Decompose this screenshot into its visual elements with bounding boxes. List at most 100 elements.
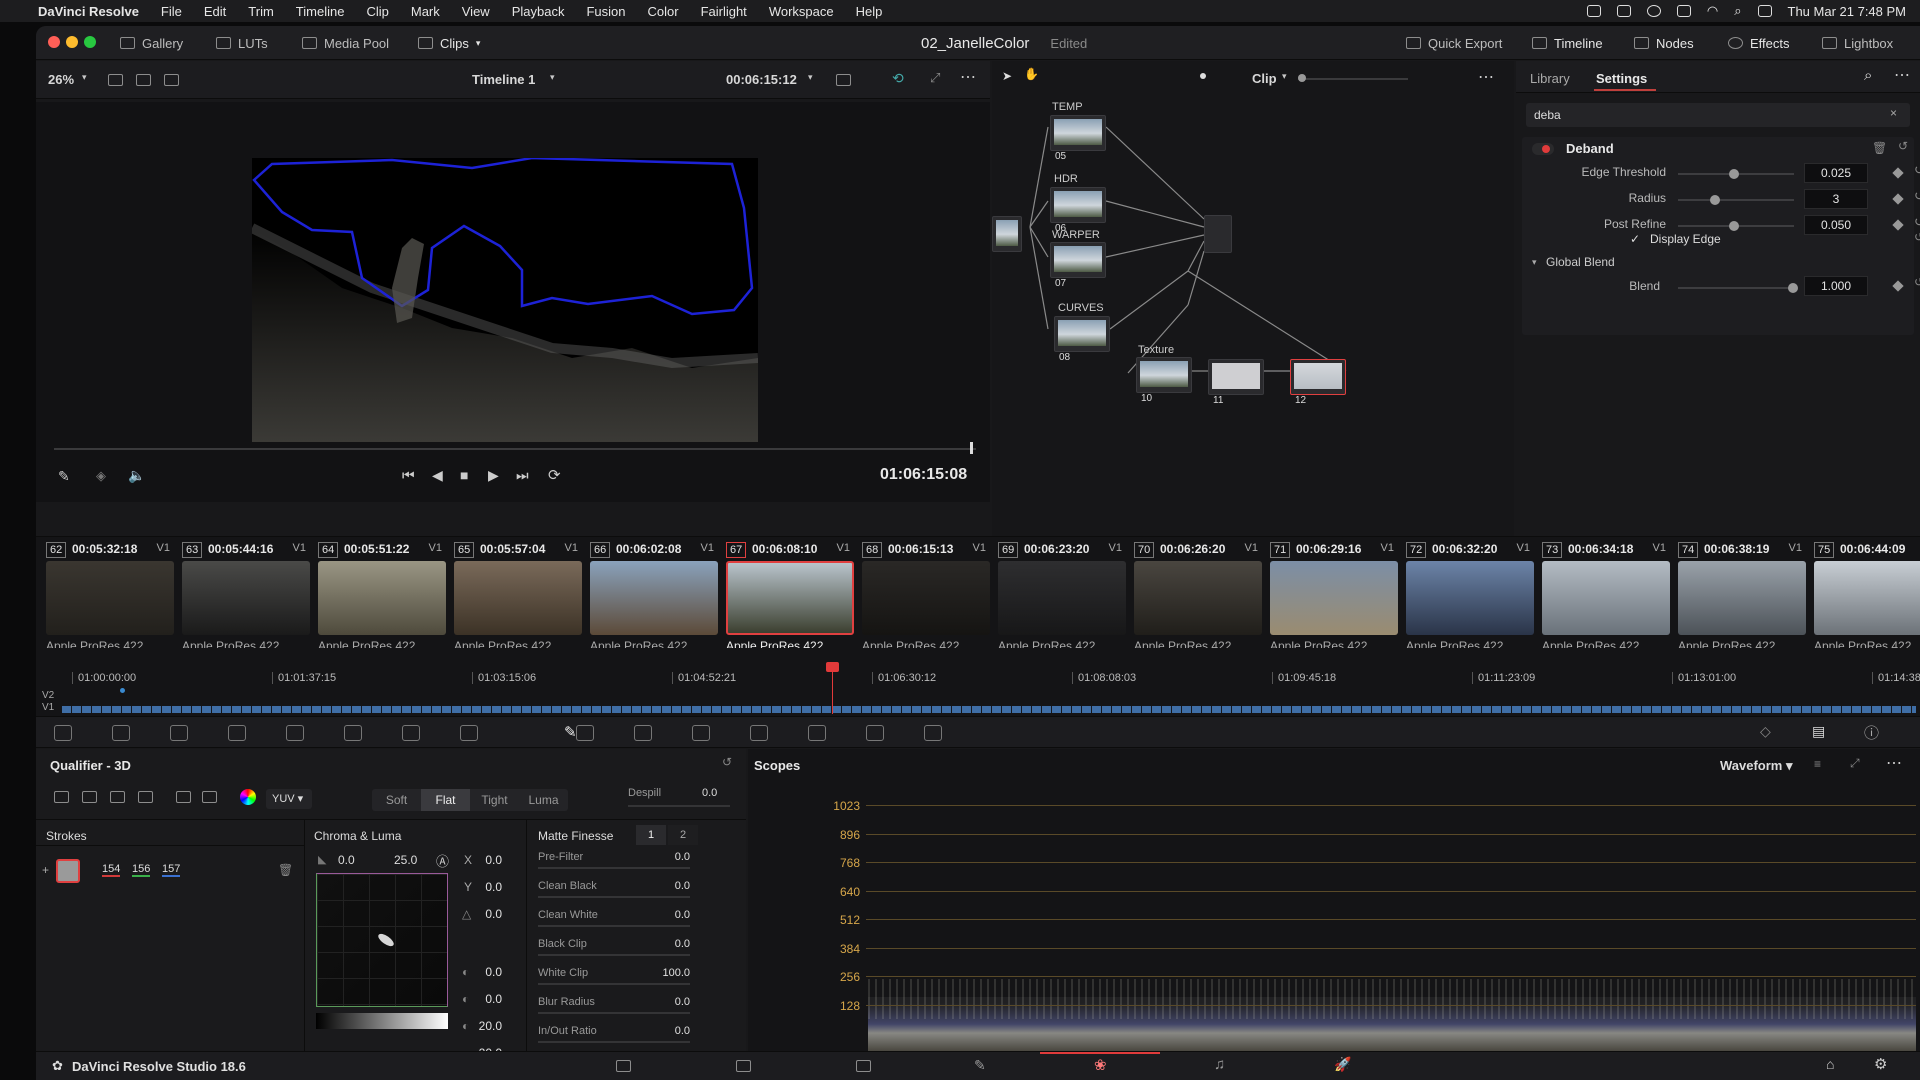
clip-image[interactable] bbox=[1678, 561, 1806, 635]
more-options-icon[interactable]: ⋯ bbox=[1886, 753, 1902, 773]
finesse-slider[interactable] bbox=[538, 1012, 690, 1014]
auto-icon[interactable]: Ⓐ bbox=[436, 851, 449, 870]
picker-minus-icon[interactable] bbox=[82, 791, 97, 803]
clip-image[interactable] bbox=[1542, 561, 1670, 635]
reset-icon[interactable]: ↺ bbox=[722, 755, 732, 769]
menu-mark[interactable]: Mark bbox=[411, 4, 440, 19]
picker-plus-icon[interactable] bbox=[110, 791, 125, 803]
color-wheels-icon[interactable] bbox=[170, 725, 188, 741]
finesse-value[interactable]: 0.0 bbox=[675, 1025, 690, 1037]
clips-button[interactable]: Clips ▾ bbox=[418, 26, 480, 60]
viewer-timecode-top[interactable]: 00:06:15:12 bbox=[726, 72, 797, 87]
more-options-icon[interactable]: ⋯ bbox=[960, 67, 976, 87]
qualifier-mode-soft[interactable]: Soft bbox=[372, 789, 421, 811]
param-slider-1[interactable] bbox=[1678, 195, 1794, 205]
clip-thumbnail[interactable]: 71 00:06:29:16 V1 Apple ProRes 422 ... bbox=[1264, 537, 1400, 653]
clip-image[interactable] bbox=[590, 561, 718, 635]
slider-knob[interactable] bbox=[1710, 195, 1720, 205]
viewer-frame[interactable] bbox=[252, 158, 758, 442]
node-06[interactable]: 06 bbox=[1050, 187, 1106, 234]
finesse-pre-filter[interactable]: Pre-Filter 0.0 bbox=[524, 849, 704, 873]
search-icon[interactable]: ⌕ bbox=[1734, 3, 1741, 19]
trash-icon[interactable]: 🗑 bbox=[278, 863, 293, 877]
step-back-icon[interactable]: ◀ bbox=[432, 467, 443, 484]
finesse-value[interactable]: 0.0 bbox=[675, 996, 690, 1008]
clip-image[interactable] bbox=[1134, 561, 1262, 635]
finesse-slider[interactable] bbox=[538, 1041, 690, 1043]
scrubber[interactable] bbox=[54, 448, 976, 450]
edit-page-icon[interactable] bbox=[856, 1060, 871, 1072]
3d-icon[interactable] bbox=[924, 725, 942, 741]
effects-search-input[interactable]: deba × bbox=[1526, 103, 1910, 127]
tab-library[interactable]: Library bbox=[1530, 71, 1570, 86]
sync-icon[interactable]: ⟲ bbox=[892, 70, 904, 87]
cl-a-value[interactable]: 0.0 bbox=[338, 853, 374, 867]
effects-toggle[interactable]: Effects bbox=[1728, 26, 1790, 60]
menu-edit[interactable]: Edit bbox=[204, 4, 226, 19]
fusion-page-icon[interactable]: ✎ bbox=[974, 1057, 986, 1074]
source-node[interactable] bbox=[992, 216, 1022, 252]
zoom-window-button[interactable] bbox=[84, 36, 96, 48]
camera-raw-icon[interactable] bbox=[54, 725, 72, 741]
qualifier-mode-flat[interactable]: Flat bbox=[421, 789, 470, 811]
slider-knob[interactable] bbox=[1729, 169, 1739, 179]
viewer-options-icon[interactable] bbox=[836, 74, 851, 86]
layers-icon[interactable]: ◈ bbox=[96, 468, 106, 484]
clip-image[interactable] bbox=[862, 561, 990, 635]
blend-slider[interactable] bbox=[1678, 283, 1798, 293]
split-view-icon[interactable] bbox=[164, 74, 179, 86]
stop-icon[interactable]: ■ bbox=[460, 467, 468, 483]
color-wheel-icon[interactable] bbox=[240, 789, 256, 805]
qualifier-value[interactable]: 0.0 bbox=[466, 992, 502, 1012]
search-icon[interactable]: ⌕ bbox=[1864, 67, 1872, 84]
clip-image[interactable] bbox=[1270, 561, 1398, 635]
xyz-value[interactable]: 0.0 bbox=[466, 907, 502, 927]
window-icon[interactable] bbox=[576, 725, 594, 741]
param-slider-2[interactable] bbox=[1678, 221, 1794, 231]
qualifier-active-icon[interactable]: ✎ bbox=[564, 723, 577, 741]
reset-icon[interactable]: ↺ bbox=[1914, 188, 1920, 204]
menu-help[interactable]: Help bbox=[856, 4, 883, 19]
magic-mask-icon[interactable] bbox=[692, 725, 710, 741]
trash-icon[interactable]: 🗑 bbox=[1872, 141, 1887, 155]
clip-thumbnail[interactable]: 69 00:06:23:20 V1 Apple ProRes 422 ... bbox=[992, 537, 1128, 653]
volume-icon[interactable]: 🔈 bbox=[128, 467, 145, 484]
stroke-swatch[interactable] bbox=[56, 859, 80, 883]
layer-mixer-node[interactable] bbox=[1204, 215, 1232, 253]
qualifier-value[interactable]: 0.0 bbox=[466, 965, 502, 985]
chroma-plot[interactable] bbox=[316, 873, 448, 1007]
reset-icon[interactable]: ↺ bbox=[1914, 230, 1920, 244]
chevron-down-icon[interactable]: ▾ bbox=[82, 72, 87, 83]
param-value-1[interactable]: 3 bbox=[1804, 189, 1868, 209]
gallery-button[interactable]: Gallery bbox=[120, 26, 183, 60]
menubar-clock[interactable]: Thu Mar 21 7:48 PM bbox=[1788, 4, 1907, 19]
chevron-down-icon[interactable]: ▾ bbox=[550, 72, 555, 83]
close-window-button[interactable] bbox=[48, 36, 60, 48]
clip-thumbnail[interactable]: 72 00:06:32:20 V1 Apple ProRes 422 ... bbox=[1400, 537, 1536, 653]
node-11[interactable]: 11 bbox=[1208, 359, 1264, 406]
qualifier-mode-luma[interactable]: Luma bbox=[519, 789, 568, 811]
viewer-timecode[interactable]: 01:06:15:08 bbox=[880, 466, 967, 484]
clip-image[interactable] bbox=[998, 561, 1126, 635]
qualifier-value[interactable]: 20.0 bbox=[466, 1019, 502, 1039]
v1-track-clips[interactable] bbox=[62, 706, 1916, 713]
finesse-clean-black[interactable]: Clean Black 0.0 bbox=[524, 878, 704, 902]
despill-value[interactable]: 0.0 bbox=[702, 787, 717, 799]
node-10[interactable]: 10 bbox=[1136, 357, 1192, 404]
color-page-icon[interactable]: ❀ bbox=[1094, 1056, 1107, 1074]
node-editor[interactable]: ➤ ✋ Clip ▾ ⋯ TEMP 05 HDR 06 WARPER 07 CU… bbox=[992, 61, 1514, 536]
blend-value[interactable]: 1.000 bbox=[1804, 276, 1868, 296]
menu-playback[interactable]: Playback bbox=[512, 4, 565, 19]
reset-icon[interactable]: ↺ bbox=[1914, 275, 1920, 289]
mf-tab-2[interactable]: 2 bbox=[668, 825, 698, 845]
clip-thumbnail[interactable]: 62 00:05:32:18 V1 Apple ProRes 422 ... bbox=[40, 537, 176, 653]
finesse-white-clip[interactable]: White Clip 100.0 bbox=[524, 965, 704, 989]
node-07[interactable]: 07 bbox=[1050, 242, 1106, 289]
finesse-blur-radius[interactable]: Blur Radius 0.0 bbox=[524, 994, 704, 1018]
tracker-icon[interactable] bbox=[634, 725, 652, 741]
brush-icon[interactable] bbox=[176, 791, 191, 803]
clip-image[interactable] bbox=[726, 561, 854, 635]
menu-color[interactable]: Color bbox=[647, 4, 678, 19]
clip-image[interactable] bbox=[1814, 561, 1920, 635]
clip-thumbnail[interactable]: 65 00:05:57:04 V1 Apple ProRes 422 ... bbox=[448, 537, 584, 653]
